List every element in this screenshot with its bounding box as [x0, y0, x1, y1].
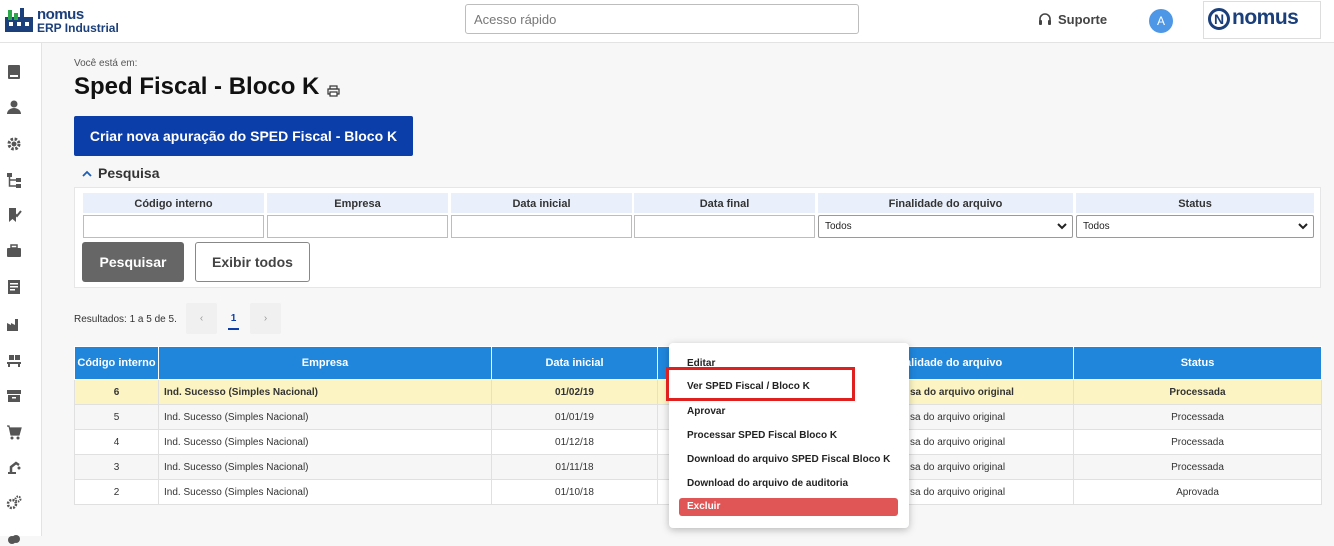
cell-finalidade: sa do arquivo original: [904, 479, 1074, 505]
filter-data-final: Data final: [634, 193, 815, 238]
header-status[interactable]: Status: [1073, 346, 1322, 380]
show-all-button[interactable]: Exibir todos: [195, 242, 310, 282]
cell-data-inicial: 01/12/18: [491, 429, 658, 455]
filter-finalidade-label: Finalidade do arquivo: [818, 193, 1073, 213]
user-avatar[interactable]: A: [1149, 9, 1173, 33]
cell-finalidade: sa do arquivo original: [904, 429, 1074, 455]
support-label: Suporte: [1058, 12, 1108, 27]
nomus-erp-logo[interactable]: nomus ERP Industrial: [4, 5, 124, 37]
cell-data-inicial: 01/01/19: [491, 404, 658, 430]
document-icon[interactable]: [6, 279, 22, 295]
pagination-prev-button[interactable]: ‹: [186, 303, 217, 334]
factory-icon[interactable]: [6, 316, 22, 332]
quick-access-search-input[interactable]: [465, 4, 859, 34]
brand-logo-text: nomus: [1232, 6, 1299, 29]
cell-empresa: Ind. Sucesso (Simples Nacional): [158, 379, 492, 405]
bookmark-check-icon[interactable]: [6, 207, 22, 223]
cell-finalidade: sa do arquivo original: [904, 454, 1074, 480]
menu-item-processar[interactable]: Processar SPED Fiscal Bloco K: [687, 430, 837, 441]
robot-arm-icon[interactable]: [6, 459, 22, 475]
briefcase-icon[interactable]: [6, 243, 22, 259]
cart-icon[interactable]: [6, 424, 22, 440]
data-final-input[interactable]: [634, 215, 815, 238]
cell-status: Processada: [1073, 379, 1322, 405]
finalidade-select[interactable]: Todos: [818, 215, 1073, 238]
nomus-n-icon: N: [1208, 8, 1230, 30]
filter-status-label: Status: [1076, 193, 1314, 213]
data-inicial-input[interactable]: [451, 215, 632, 238]
cloud-icon[interactable]: [6, 530, 22, 546]
results-count: Resultados: 1 a 5 de 5.: [74, 314, 177, 325]
finalidade-select-value: Todos: [825, 221, 852, 232]
gear-icon[interactable]: [6, 136, 22, 152]
menu-item-excluir[interactable]: Excluir: [679, 498, 898, 516]
headset-icon: [1039, 13, 1051, 25]
new-apuracao-button[interactable]: Criar nova apuração do SPED Fiscal - Blo…: [74, 116, 413, 156]
cell-codigo: 3: [74, 454, 159, 480]
header-data-inicial[interactable]: Data inicial: [491, 346, 658, 380]
highlight-box: [666, 367, 855, 401]
user-icon[interactable]: [6, 99, 22, 115]
archive-icon[interactable]: [6, 388, 22, 404]
gears-icon[interactable]: [6, 495, 22, 511]
cell-status: Processada: [1073, 404, 1322, 430]
cell-empresa: Ind. Sucesso (Simples Nacional): [158, 429, 492, 455]
search-section-title: Pesquisa: [98, 165, 160, 181]
header-finalidade[interactable]: alidade do arquivo: [904, 346, 1074, 380]
cell-data-inicial: 01/10/18: [491, 479, 658, 505]
cell-codigo: 6: [74, 379, 159, 405]
factory-logo-icon: [5, 8, 33, 32]
book-icon[interactable]: [6, 64, 22, 80]
cell-empresa: Ind. Sucesso (Simples Nacional): [158, 479, 492, 505]
breadcrumb: Você está em:: [74, 58, 138, 69]
hierarchy-icon[interactable]: [6, 172, 22, 188]
filter-data-inicial-label: Data inicial: [451, 193, 632, 213]
menu-item-download-auditoria[interactable]: Download do arquivo de auditoria: [687, 478, 848, 489]
header-empresa[interactable]: Empresa: [158, 346, 492, 380]
filter-empresa-label: Empresa: [267, 193, 448, 213]
filter-status: Status Todos: [1076, 193, 1314, 238]
cell-data-inicial: 01/02/19: [491, 379, 658, 405]
pagination-current-label: 1: [227, 313, 240, 330]
filter-codigo-label: Código interno: [83, 193, 264, 213]
filter-data-inicial: Data inicial: [451, 193, 632, 238]
filter-finalidade: Finalidade do arquivo Todos: [818, 193, 1073, 238]
pagination-page-1[interactable]: 1: [218, 303, 249, 334]
search-section-toggle[interactable]: Pesquisa: [82, 165, 159, 181]
codigo-input[interactable]: [83, 215, 264, 238]
support-link[interactable]: Suporte: [1038, 12, 1107, 27]
chevron-down-icon: [1057, 223, 1067, 230]
cell-empresa: Ind. Sucesso (Simples Nacional): [158, 404, 492, 430]
cell-codigo: 4: [74, 429, 159, 455]
cell-empresa: Ind. Sucesso (Simples Nacional): [158, 454, 492, 480]
cell-status: Processada: [1073, 429, 1322, 455]
chevron-down-icon: [1298, 223, 1308, 230]
cell-data-inicial: 01/11/18: [491, 454, 658, 480]
filter-codigo: Código interno: [83, 193, 264, 238]
pagination-next-button[interactable]: ›: [250, 303, 281, 334]
sidebar: [0, 43, 42, 544]
nomus-brand-logo: N nomus: [1203, 1, 1321, 39]
status-select[interactable]: Todos: [1076, 215, 1314, 238]
cell-status: Processada: [1073, 454, 1322, 480]
logo-text-erp: ERP Industrial: [37, 21, 119, 35]
top-bar: nomus ERP Industrial Suporte A N nomus: [0, 0, 1334, 43]
print-icon[interactable]: [327, 85, 340, 97]
status-select-value: Todos: [1083, 221, 1110, 232]
filter-data-final-label: Data final: [634, 193, 815, 213]
cell-status: Aprovada: [1073, 479, 1322, 505]
header-codigo[interactable]: Código interno: [74, 346, 159, 380]
cell-finalidade: sa do arquivo original: [904, 404, 1074, 430]
search-button[interactable]: Pesquisar: [82, 242, 184, 282]
menu-item-download-sped[interactable]: Download do arquivo SPED Fiscal Bloco K: [687, 454, 890, 465]
menu-item-aprovar[interactable]: Aprovar: [687, 406, 725, 417]
pallet-icon[interactable]: [6, 352, 22, 368]
empresa-input[interactable]: [267, 215, 448, 238]
filter-empresa: Empresa: [267, 193, 448, 238]
cell-codigo: 5: [74, 404, 159, 430]
page-title: Sped Fiscal - Bloco K: [74, 73, 320, 100]
cell-codigo: 2: [74, 479, 159, 505]
chevron-up-icon: [82, 170, 92, 177]
cell-finalidade: sa do arquivo original: [904, 379, 1074, 405]
